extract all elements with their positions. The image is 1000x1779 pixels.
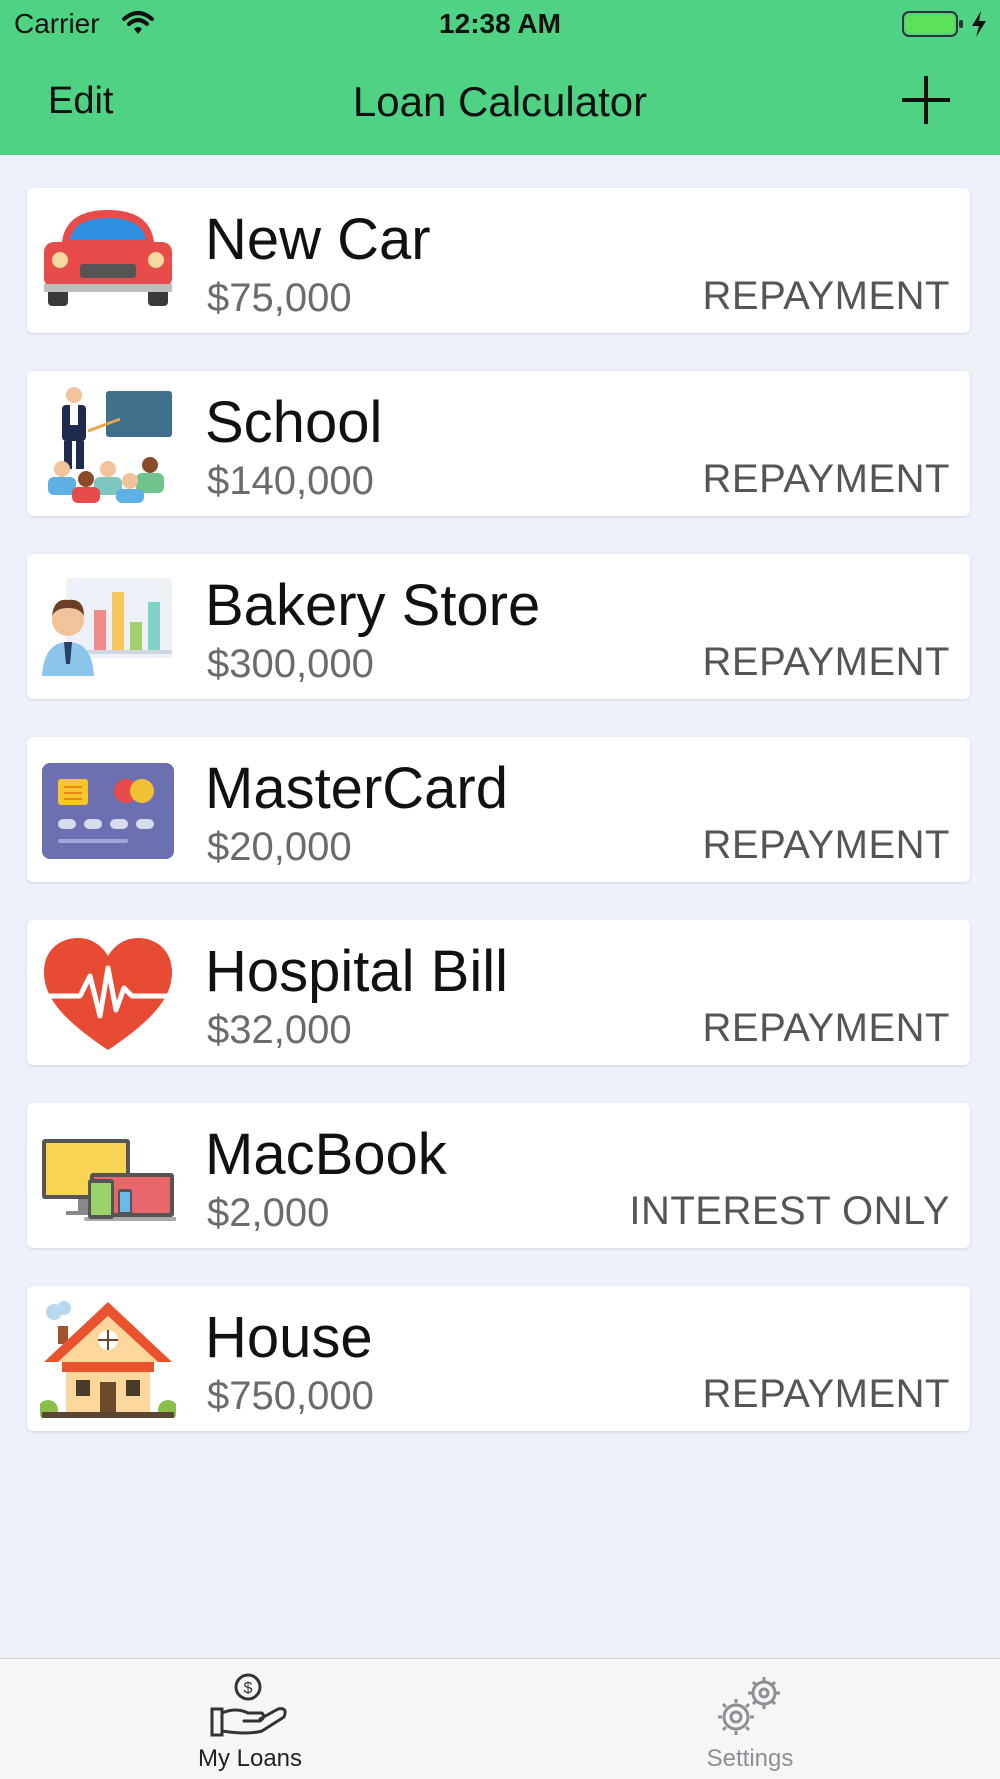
devices-icon bbox=[42, 1139, 176, 1221]
tab-my-loans[interactable]: $ My Loans bbox=[0, 1659, 500, 1779]
classroom-icon bbox=[48, 387, 172, 503]
gears-icon bbox=[718, 1677, 780, 1735]
heart-pulse-icon bbox=[44, 938, 172, 1050]
loan-name: House bbox=[205, 1305, 373, 1370]
plus-icon[interactable] bbox=[898, 72, 954, 128]
car-icon bbox=[44, 210, 172, 306]
credit-card-icon bbox=[42, 763, 174, 859]
tab-settings[interactable]: Settings bbox=[500, 1659, 1000, 1779]
loan-type: REPAYMENT bbox=[702, 274, 950, 318]
status-bar: Carrier 12:38 AM bbox=[0, 0, 1000, 50]
loan-card[interactable]: School $140,000 REPAYMENT bbox=[27, 371, 970, 516]
header: Carrier 12:38 AM Edit Loan Calculator bbox=[0, 0, 1000, 155]
tab-bar: $ My Loans Settings bbox=[0, 1658, 1000, 1779]
loan-amount: $20,000 bbox=[207, 825, 352, 869]
clock: 12:38 AM bbox=[439, 8, 561, 39]
house-icon bbox=[40, 1301, 176, 1418]
loan-name: Hospital Bill bbox=[205, 939, 508, 1004]
loan-card[interactable]: House $750,000 REPAYMENT bbox=[27, 1286, 970, 1431]
tab-label: Settings bbox=[706, 1745, 794, 1772]
loan-amount: $32,000 bbox=[207, 1008, 352, 1052]
loan-amount: $300,000 bbox=[207, 642, 374, 686]
page-title: Loan Calculator bbox=[352, 78, 648, 125]
loan-amount: $2,000 bbox=[207, 1191, 330, 1235]
svg-text:$: $ bbox=[244, 1680, 253, 1697]
loan-name: MacBook bbox=[205, 1122, 447, 1187]
loan-amount: $75,000 bbox=[207, 276, 352, 320]
loan-name: New Car bbox=[205, 207, 431, 272]
loan-type: REPAYMENT bbox=[702, 640, 950, 684]
loan-card[interactable]: MasterCard $20,000 REPAYMENT bbox=[27, 737, 970, 882]
loan-type: REPAYMENT bbox=[702, 1006, 950, 1050]
tab-label: My Loans bbox=[197, 1745, 303, 1772]
loan-card[interactable]: MacBook $2,000 INTEREST ONLY bbox=[27, 1103, 970, 1248]
battery-icon bbox=[902, 11, 963, 37]
loan-card[interactable]: Bakery Store $300,000 REPAYMENT bbox=[27, 554, 970, 699]
loan-name: MasterCard bbox=[205, 756, 508, 821]
loan-card[interactable]: New Car $75,000 REPAYMENT bbox=[27, 188, 970, 333]
loan-type: REPAYMENT bbox=[702, 1372, 950, 1416]
loan-name: School bbox=[205, 390, 383, 455]
charging-icon bbox=[972, 11, 986, 37]
loan-type: REPAYMENT bbox=[702, 823, 950, 867]
loan-card[interactable]: Hospital Bill $32,000 REPAYMENT bbox=[27, 920, 970, 1065]
loan-name: Bakery Store bbox=[205, 573, 541, 638]
loan-type: REPAYMENT bbox=[702, 457, 950, 501]
loan-amount: $750,000 bbox=[207, 1374, 374, 1418]
loan-type: INTEREST ONLY bbox=[629, 1189, 950, 1233]
loan-hand-icon: $ bbox=[210, 1673, 287, 1737]
business-chart-icon bbox=[42, 578, 172, 676]
loan-amount: $140,000 bbox=[207, 459, 374, 503]
